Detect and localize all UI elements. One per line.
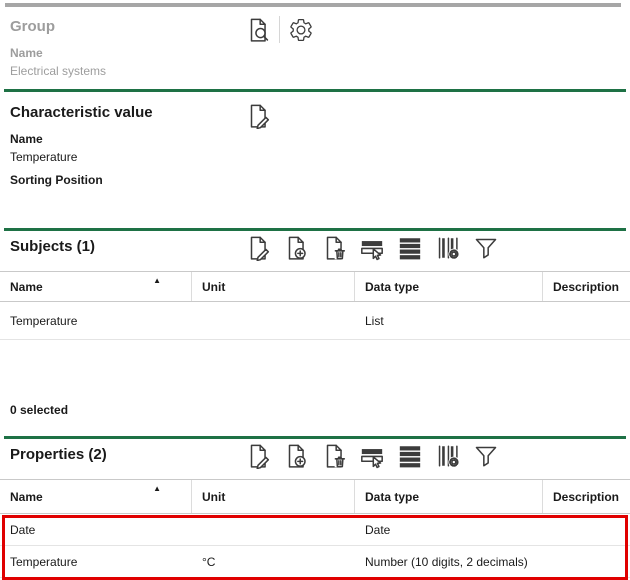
filter-icon[interactable] — [473, 235, 499, 261]
subjects-section: Subjects (1) Name ▲ Unit Data type Descr… — [0, 231, 630, 436]
column-options-icon[interactable] — [435, 443, 461, 469]
cell-name: Temperature — [0, 555, 192, 569]
sort-ascending-icon: ▲ — [153, 277, 161, 285]
group-name-label: Name — [10, 46, 620, 60]
cell-data-type: Date — [355, 523, 543, 537]
add-icon[interactable] — [283, 443, 309, 469]
characteristic-toolbar — [245, 103, 271, 129]
display-rows-icon[interactable] — [397, 443, 423, 469]
select-rows-icon[interactable] — [359, 235, 385, 261]
column-options-icon[interactable] — [435, 235, 461, 261]
subjects-table-header: Name ▲ Unit Data type Description — [0, 271, 630, 302]
group-name-value: Electrical systems — [10, 64, 620, 78]
page: Group Name Electrical systems Characteri… — [0, 0, 630, 578]
delete-icon[interactable] — [321, 235, 347, 261]
group-section: Group Name Electrical systems — [0, 7, 630, 89]
table-row[interactable]: Date Date — [0, 514, 630, 546]
table-row[interactable]: Temperature List — [0, 302, 630, 340]
spacer — [10, 191, 620, 228]
cell-name: Temperature — [0, 314, 192, 328]
filter-icon[interactable] — [473, 443, 499, 469]
subjects-table: Temperature List — [0, 302, 630, 340]
settings-icon[interactable] — [288, 17, 314, 43]
properties-table: Date Date Temperature °C Number (10 digi… — [0, 514, 630, 578]
column-header-name[interactable]: Name ▲ — [0, 480, 192, 513]
group-section-title: Group — [10, 17, 620, 37]
properties-toolbar — [245, 443, 499, 469]
characteristic-name-label: Name — [10, 132, 620, 146]
cell-data-type: Number (10 digits, 2 decimals) — [355, 555, 543, 569]
selection-status: 0 selected — [10, 403, 630, 436]
edit-icon[interactable] — [245, 235, 271, 261]
table-row[interactable]: Temperature °C Number (10 digits, 2 deci… — [0, 546, 630, 578]
cell-data-type: List — [355, 314, 543, 328]
cell-unit: °C — [192, 555, 355, 569]
toolbar-separator — [279, 16, 280, 43]
preview-details-icon[interactable] — [245, 17, 271, 43]
edit-icon[interactable] — [245, 103, 271, 129]
sorting-position-label: Sorting Position — [10, 173, 620, 187]
subjects-toolbar — [245, 235, 499, 261]
sort-ascending-icon: ▲ — [153, 485, 161, 493]
display-rows-icon[interactable] — [397, 235, 423, 261]
column-header-description[interactable]: Description — [543, 272, 630, 301]
characteristic-value-title: Characteristic value — [10, 103, 620, 123]
column-header-data-type[interactable]: Data type — [355, 272, 543, 301]
add-icon[interactable] — [283, 235, 309, 261]
column-header-unit[interactable]: Unit — [192, 272, 355, 301]
column-header-data-type[interactable]: Data type — [355, 480, 543, 513]
delete-icon[interactable] — [321, 443, 347, 469]
group-toolbar — [245, 16, 314, 43]
properties-table-header: Name ▲ Unit Data type Description — [0, 479, 630, 514]
characteristic-value-section: Characteristic value Name Temperature So… — [0, 92, 630, 228]
properties-section: Properties (2) Name ▲ Unit Data type Des… — [0, 439, 630, 578]
column-header-description[interactable]: Description — [543, 480, 630, 513]
column-header-name[interactable]: Name ▲ — [0, 272, 192, 301]
characteristic-name-value: Temperature — [10, 150, 620, 164]
cell-name: Date — [0, 523, 192, 537]
column-header-unit[interactable]: Unit — [192, 480, 355, 513]
select-rows-icon[interactable] — [359, 443, 385, 469]
edit-icon[interactable] — [245, 443, 271, 469]
